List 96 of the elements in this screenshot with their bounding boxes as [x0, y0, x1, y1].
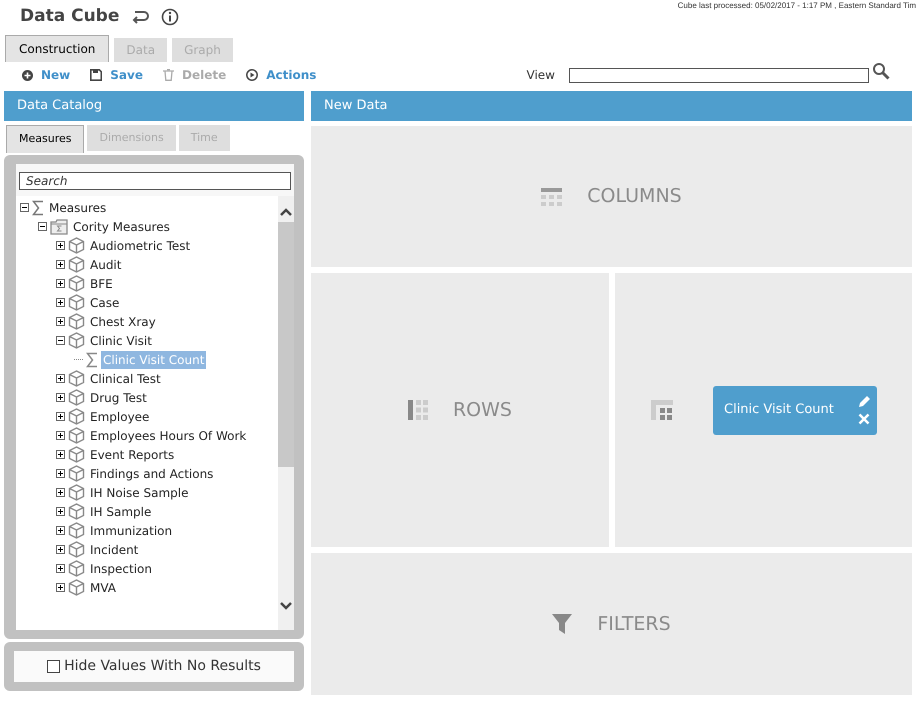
expand-icon[interactable] [56, 564, 65, 573]
checkbox-label: Hide Values With No Results [64, 657, 261, 676]
search-field[interactable]: Search [19, 172, 291, 190]
last-processed-text: Cube last processed: 05/02/2017 - 1:17 PM , Eastern Standard Tim [678, 0, 917, 12]
filter-icon [552, 614, 572, 634]
drop-zone-label: ROWS [452, 398, 512, 423]
drop-zone-label: FILTERS [597, 612, 671, 637]
plus-icon [22, 70, 33, 80]
save-icon [90, 69, 102, 81]
expand-icon[interactable] [56, 469, 65, 478]
expand-icon[interactable] [56, 507, 65, 516]
tree-item[interactable]: MVA [88, 578, 118, 596]
tree-item[interactable]: Employees Hours Of Work [88, 426, 248, 444]
tree-item[interactable]: Employee [88, 408, 152, 426]
rows-icon [408, 400, 428, 420]
toolbar-button[interactable]: Save [90, 66, 143, 84]
tab[interactable]: Measures [6, 125, 84, 153]
cube-icon [68, 427, 85, 444]
trash-icon [162, 69, 174, 81]
checkbox[interactable] [47, 660, 60, 673]
scroll-up-icon[interactable] [280, 208, 292, 216]
tree-item[interactable]: IH Sample [88, 502, 154, 520]
tree-item[interactable]: Event Reports [88, 446, 176, 464]
tree-item[interactable]: Audit [88, 256, 124, 274]
collapse-icon[interactable] [20, 203, 29, 212]
folder-icon [50, 218, 68, 234]
tree-item[interactable]: IH Noise Sample [88, 484, 190, 502]
info-icon[interactable] [161, 8, 180, 26]
expand-icon[interactable] [56, 412, 65, 421]
columns-icon [541, 188, 562, 206]
close-icon[interactable] [858, 413, 870, 425]
tree-item[interactable]: Chest Xray [88, 312, 158, 330]
chip-label: Clinic Visit Count [724, 401, 834, 420]
undo-icon[interactable] [131, 10, 150, 24]
view-field[interactable] [569, 68, 869, 82]
pencil-icon[interactable] [857, 395, 871, 409]
cube-icon [68, 313, 85, 330]
cube-icon [68, 522, 85, 539]
scroll-down-icon[interactable] [280, 602, 292, 610]
cube-icon [68, 389, 85, 406]
play-icon [246, 69, 258, 81]
panel-header: New Data [311, 91, 912, 121]
scrollbar[interactable] [278, 196, 294, 630]
sigma-icon [86, 352, 98, 368]
expand-icon[interactable] [56, 260, 65, 269]
tree-item[interactable]: Clinic Visit [88, 332, 154, 350]
tree-item[interactable]: Inspection [88, 560, 154, 578]
search-icon[interactable] [872, 62, 890, 80]
cube-icon [68, 408, 85, 425]
expand-icon[interactable] [56, 431, 65, 440]
toolbar-button[interactable]: New [22, 66, 70, 84]
tab[interactable]: Construction [5, 35, 110, 62]
cube-icon [68, 294, 85, 311]
page-title: Data Cube [20, 5, 120, 28]
tree-item[interactable]: Findings and Actions [88, 464, 216, 482]
tree-item[interactable]: Immunization [88, 522, 174, 540]
cube-icon [68, 446, 85, 463]
tree-item[interactable]: Measures [47, 198, 108, 216]
expand-icon[interactable] [56, 526, 65, 535]
cube-icon [68, 275, 85, 292]
collapse-icon[interactable] [38, 222, 47, 231]
tree-item[interactable]: Drug Test [88, 388, 149, 406]
drop-zone-label: COLUMNS [587, 184, 682, 210]
expand-icon[interactable] [56, 298, 65, 307]
scrollbar-thumb[interactable] [278, 222, 294, 467]
toolbar-button[interactable]: Actions [246, 66, 316, 84]
tree-item[interactable]: Audiometric Test [88, 236, 192, 254]
cube-icon [68, 503, 85, 520]
cube-icon [68, 256, 85, 273]
panel-header: Data Catalog [4, 91, 304, 121]
expand-icon[interactable] [56, 393, 65, 402]
tree-item[interactable]: Incident [88, 540, 140, 558]
expand-icon[interactable] [56, 545, 65, 554]
tree-item[interactable]: Clinical Test [88, 370, 163, 388]
expand-icon[interactable] [56, 488, 65, 497]
tree-item[interactable]: Cority Measures [71, 218, 172, 236]
cube-icon [68, 484, 85, 501]
tree-item[interactable]: BFE [88, 274, 115, 292]
cube-icon [68, 332, 85, 349]
expand-icon[interactable] [56, 241, 65, 250]
cube-icon [68, 237, 85, 254]
cube-icon [68, 579, 85, 596]
expand-icon[interactable] [56, 317, 65, 326]
expand-icon[interactable] [56, 583, 65, 592]
cube-icon [68, 560, 85, 577]
sigma-icon [32, 200, 44, 216]
expand-icon[interactable] [56, 279, 65, 288]
expand-icon[interactable] [56, 374, 65, 383]
expand-icon[interactable] [56, 450, 65, 459]
cube-icon [68, 370, 85, 387]
tree-item[interactable]: Case [88, 294, 122, 312]
cube-icon [68, 465, 85, 482]
measures-icon [651, 400, 673, 420]
view-label: View [526, 67, 555, 84]
collapse-icon[interactable] [56, 336, 65, 345]
cube-icon [68, 541, 85, 558]
